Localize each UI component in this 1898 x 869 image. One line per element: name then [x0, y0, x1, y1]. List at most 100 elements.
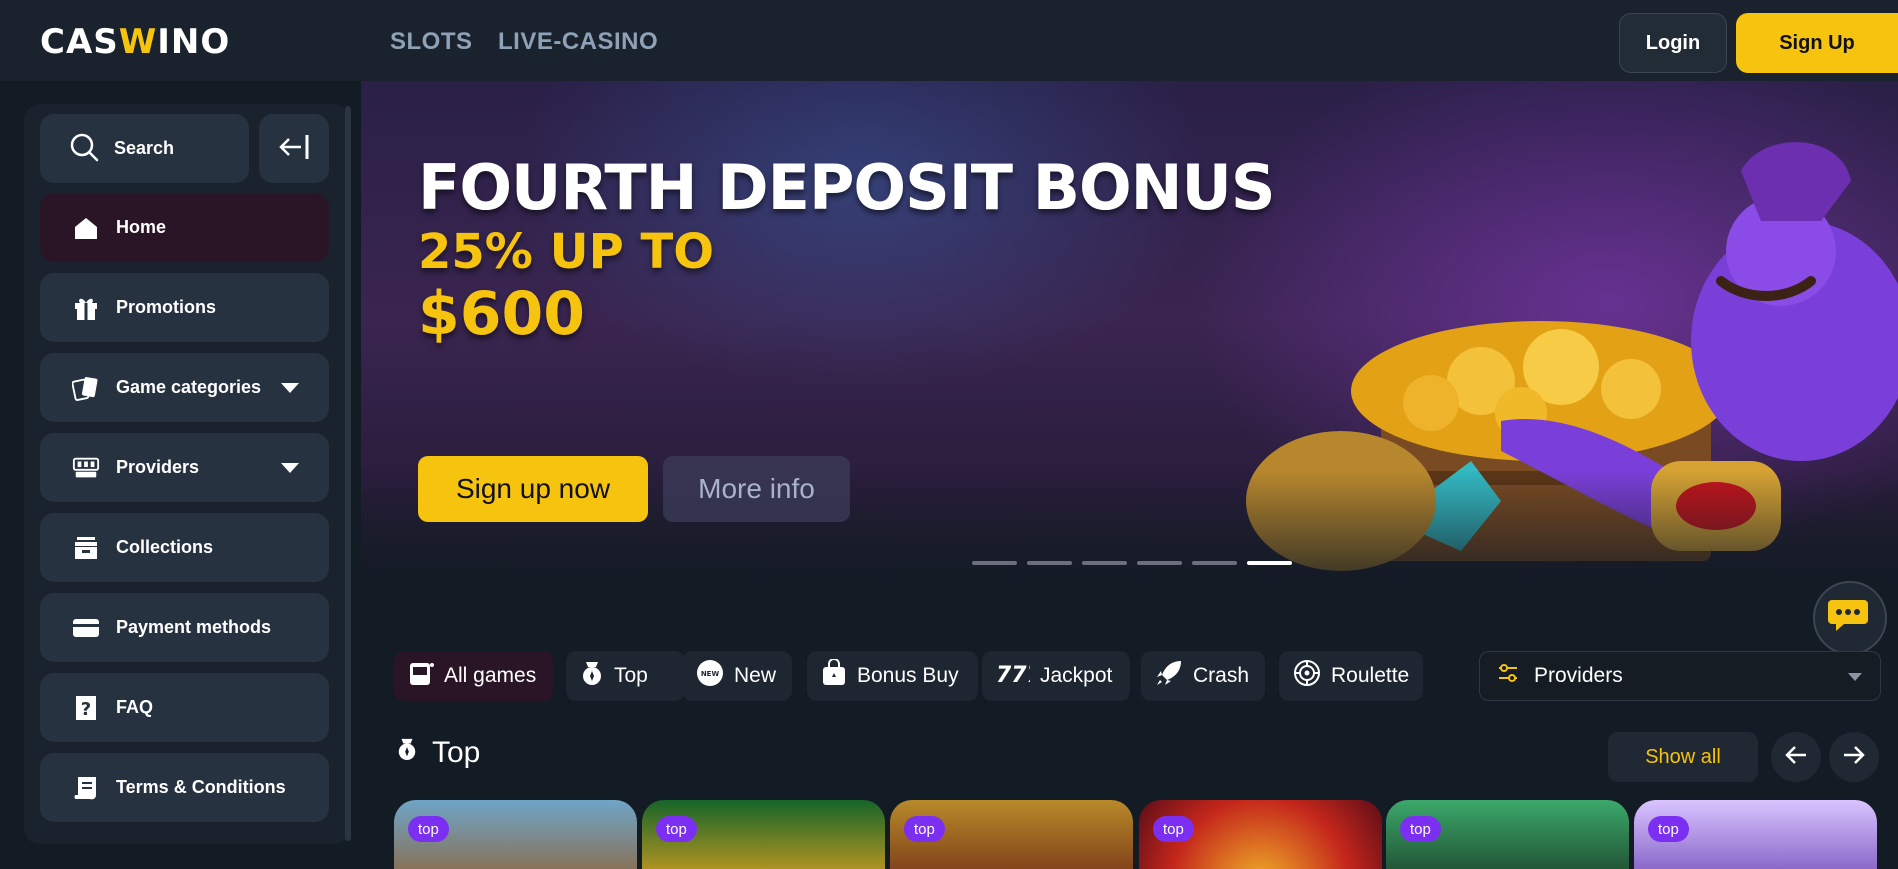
nav-live-casino[interactable]: LIVE-CASINO	[498, 28, 658, 56]
arrow-left-icon	[1784, 745, 1808, 769]
login-button[interactable]: Login	[1619, 13, 1727, 73]
chip-label: Top	[614, 664, 648, 687]
slot-machine-icon	[408, 659, 434, 693]
providers-dropdown-label: Providers	[1534, 664, 1623, 687]
live-chat-button[interactable]	[1813, 581, 1887, 655]
chat-bubbles-icon	[1826, 596, 1874, 640]
game-card[interactable]: top	[1139, 800, 1382, 869]
question-icon: ?	[72, 694, 100, 722]
box-icon	[72, 534, 100, 562]
sliders-icon	[1498, 664, 1518, 688]
sidebar-item-collections[interactable]: Collections	[40, 513, 329, 582]
sidebar-item-label: Terms & Conditions	[116, 777, 286, 797]
banner-offer-line1: 25% UP TO	[418, 224, 715, 280]
sidebar-item-promotions[interactable]: Promotions	[40, 273, 329, 342]
carousel-indicators	[972, 561, 1292, 565]
banner-offer-amount: $600	[418, 279, 585, 349]
card-icon	[72, 614, 100, 642]
sidebar-item-game-categories[interactable]: Game categories	[40, 353, 329, 422]
chip-label: Bonus Buy	[857, 664, 959, 687]
filter-jackpot[interactable]: 777 Jackpot	[982, 651, 1130, 701]
top-badge: top	[408, 816, 449, 842]
game-card[interactable]: top	[1386, 800, 1629, 869]
top-badge: top	[656, 816, 697, 842]
scroll-icon	[72, 774, 100, 802]
top-badge: top	[904, 816, 945, 842]
chevron-down-icon	[281, 383, 299, 393]
carousel-dot[interactable]	[1082, 561, 1127, 565]
home-icon	[72, 214, 100, 242]
game-card[interactable]: top	[394, 800, 637, 869]
carousel-dot[interactable]	[1027, 561, 1072, 565]
top-medal-icon	[396, 736, 418, 770]
signup-now-button[interactable]: Sign up now	[418, 456, 648, 522]
sidebar-item-label: FAQ	[116, 697, 154, 717]
sidebar-item-faq[interactable]: ? FAQ	[40, 673, 329, 742]
svg-text:?: ?	[81, 699, 91, 720]
top-badge: top	[1153, 816, 1194, 842]
search-icon	[68, 131, 100, 167]
gift-bag-icon	[821, 658, 847, 693]
top-badge: top	[1648, 816, 1689, 842]
rocket-icon	[1155, 659, 1183, 693]
chip-label: All games	[444, 664, 537, 687]
chip-label: Roulette	[1331, 664, 1410, 687]
sidebar-item-label: Providers	[116, 457, 200, 477]
chevron-down-icon	[281, 463, 299, 473]
sidebar-item-label: Home	[116, 217, 167, 237]
promo-banner[interactable]: FOURTH DEPOSIT BONUS 25% UP TO $600 Sign…	[361, 81, 1898, 611]
search-button[interactable]: Search	[40, 114, 249, 183]
chip-label: Jackpot	[1040, 664, 1113, 687]
chevron-down-icon	[1848, 673, 1862, 681]
search-label: Search	[114, 138, 175, 158]
collapse-arrow-icon	[277, 132, 311, 166]
triple-seven-icon: 777	[996, 660, 1043, 692]
show-all-button[interactable]: Show all	[1608, 732, 1758, 782]
sidebar-item-terms[interactable]: Terms & Conditions	[40, 753, 329, 822]
section-top-heading: Top	[396, 736, 480, 770]
collapse-sidebar-button[interactable]	[259, 114, 329, 183]
filter-all-games[interactable]: All games	[394, 651, 553, 701]
top-badge: top	[1400, 816, 1441, 842]
arrow-right-icon	[1842, 745, 1866, 769]
sidebar-scrollbar[interactable]	[345, 106, 351, 841]
carousel-dot[interactable]	[1192, 561, 1237, 565]
top-medal-icon	[580, 660, 604, 692]
sidebar-item-providers[interactable]: Providers	[40, 433, 329, 502]
chip-label: New	[734, 664, 777, 687]
game-card[interactable]: top	[890, 800, 1133, 869]
top-header: CASWINO SLOTS LIVE-CASINO Login Sign Up	[0, 0, 1898, 81]
filter-new[interactable]: NEW New	[682, 651, 792, 701]
carousel-dot-active[interactable]	[1247, 561, 1292, 565]
banner-title: FOURTH DEPOSIT BONUS	[418, 151, 1276, 224]
providers-dropdown[interactable]: Providers	[1479, 651, 1881, 701]
sidebar-item-label: Promotions	[116, 297, 217, 317]
section-title: Top	[432, 736, 481, 769]
next-button[interactable]	[1829, 732, 1879, 782]
more-info-button[interactable]: More info	[663, 456, 850, 522]
sidebar-item-label: Collections	[116, 537, 214, 557]
filter-top[interactable]: Top	[566, 651, 685, 701]
gift-icon	[72, 294, 100, 322]
new-badge-icon: NEW	[696, 659, 724, 693]
filter-roulette[interactable]: Roulette	[1279, 651, 1423, 701]
svg-text:NEW: NEW	[701, 670, 720, 678]
roulette-wheel-icon	[1293, 659, 1321, 693]
sidebar-item-label: Payment methods	[116, 617, 272, 637]
game-card[interactable]: top	[1634, 800, 1877, 869]
svg-text:777: 777	[996, 663, 1030, 686]
providers-icon	[72, 454, 100, 482]
nav-slots[interactable]: SLOTS	[390, 28, 473, 56]
cards-icon	[72, 374, 100, 402]
sidebar-item-payment-methods[interactable]: Payment methods	[40, 593, 329, 662]
filter-crash[interactable]: Crash	[1141, 651, 1265, 701]
filter-bonus-buy[interactable]: Bonus Buy	[807, 651, 978, 701]
game-card[interactable]: top	[642, 800, 885, 869]
signup-button[interactable]: Sign Up	[1736, 13, 1898, 73]
carousel-dot[interactable]	[1137, 561, 1182, 565]
prev-button[interactable]	[1771, 732, 1821, 782]
chip-label: Crash	[1193, 664, 1250, 687]
carousel-dot[interactable]	[972, 561, 1017, 565]
caswino-logo[interactable]: CASWINO	[40, 22, 230, 62]
sidebar-item-home[interactable]: Home	[40, 193, 329, 262]
